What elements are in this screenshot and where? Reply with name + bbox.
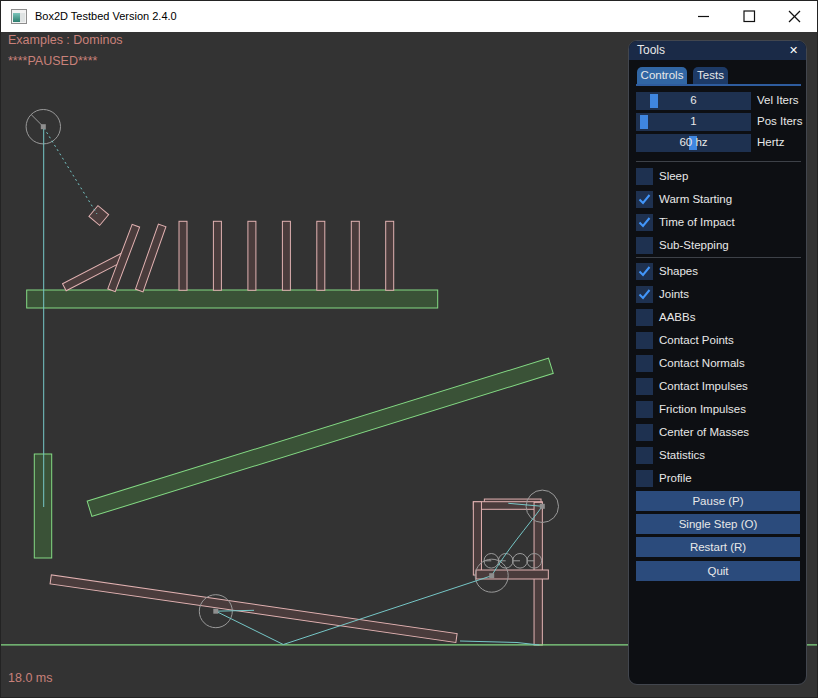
tab-underline xyxy=(636,84,801,86)
shelf-platform xyxy=(27,290,438,308)
slider-value: 60 hz xyxy=(636,134,751,151)
checkbox-label-shapes: Shapes xyxy=(659,263,698,280)
checkbox-sub-stepping[interactable] xyxy=(636,237,653,254)
slider-value: 1 xyxy=(636,113,751,130)
slider-hertz[interactable]: 60 hz xyxy=(636,134,751,151)
tools-panel-title: Tools xyxy=(637,43,665,57)
checkbox-label-contact-normals: Contact Normals xyxy=(659,355,745,372)
checkmark-icon xyxy=(636,214,653,231)
checkbox-label-warm-starting: Warm Starting xyxy=(659,191,732,208)
checkbox-time-of-impact[interactable] xyxy=(636,214,653,231)
checkbox-warm-starting[interactable] xyxy=(636,191,653,208)
domino-6 xyxy=(351,221,359,290)
seesaw-plank xyxy=(50,575,457,643)
paused-label: ****PAUSED**** xyxy=(8,54,97,68)
panel-close-icon[interactable]: ✕ xyxy=(786,43,801,58)
maximize-button[interactable] xyxy=(726,1,772,32)
checkbox-statistics[interactable] xyxy=(636,447,653,464)
checkbox-label-center-of-masses: Center of Masses xyxy=(659,424,749,441)
checkbox-friction-impulses[interactable] xyxy=(636,401,653,418)
pendulum-box xyxy=(89,206,109,226)
slider-vel-iters[interactable]: 6 xyxy=(636,92,751,109)
button-single-step-o-[interactable]: Single Step (O) xyxy=(636,514,800,534)
domino-3 xyxy=(248,221,256,290)
slider-label: Pos Iters xyxy=(757,113,802,130)
tilted-plank xyxy=(87,358,553,516)
checkbox-label-sleep: Sleep xyxy=(659,168,688,185)
button-quit[interactable]: Quit xyxy=(636,561,800,581)
checkbox-label-aabbs: AABBs xyxy=(659,309,695,326)
checkbox-contact-impulses[interactable] xyxy=(636,378,653,395)
fallen-domino-3 xyxy=(135,224,165,292)
seesaw-wheel-center-marker xyxy=(213,609,218,614)
slider-label: Vel Iters xyxy=(757,92,799,109)
close-button[interactable] xyxy=(772,1,818,32)
example-label: Examples : Dominos xyxy=(8,33,123,47)
frame-wheel-top-center-marker xyxy=(540,504,545,509)
separator xyxy=(636,161,801,162)
app-window: Examples : Dominos ****PAUSED**** 18.0 m… xyxy=(0,0,818,698)
frame-wheel-left-center-marker xyxy=(489,573,494,578)
checkbox-label-contact-impulses: Contact Impulses xyxy=(659,378,748,395)
separator xyxy=(636,257,801,258)
checkmark-icon xyxy=(636,286,653,303)
close-icon xyxy=(772,1,818,32)
domino-2 xyxy=(213,221,221,290)
checkmark-icon xyxy=(636,263,653,280)
tools-panel: Tools ✕ Controls Tests 6 Vel Iters 1 Pos Iter… xyxy=(628,40,807,685)
joint-line-1 xyxy=(44,128,97,214)
checkbox-label-profile: Profile xyxy=(659,470,692,487)
checkbox-label-sub-stepping: Sub-Stepping xyxy=(659,237,729,254)
minimize-button[interactable] xyxy=(680,1,726,32)
app-icon xyxy=(11,9,27,24)
checkbox-aabbs[interactable] xyxy=(636,309,653,326)
left-pillar xyxy=(34,454,51,558)
domino-1 xyxy=(179,221,187,290)
slider-value: 6 xyxy=(636,92,751,109)
checkbox-joints[interactable] xyxy=(636,286,653,303)
domino-5 xyxy=(317,221,325,290)
checkbox-center-of-masses[interactable] xyxy=(636,424,653,441)
window-titlebar: Box2D Testbed Version 2.4.0 xyxy=(0,0,818,32)
button-pause-p-[interactable]: Pause (P) xyxy=(636,491,800,511)
checkbox-label-time-of-impact: Time of Impact xyxy=(659,214,735,231)
checkbox-label-joints: Joints xyxy=(659,286,689,303)
checkbox-contact-points[interactable] xyxy=(636,332,653,349)
checkbox-label-statistics: Statistics xyxy=(659,447,705,464)
tab-controls[interactable]: Controls xyxy=(637,67,687,84)
domino-7 xyxy=(386,221,394,290)
checkmark-icon xyxy=(636,191,653,208)
tools-panel-titlebar[interactable]: Tools ✕ xyxy=(629,41,806,60)
checkbox-profile[interactable] xyxy=(636,470,653,487)
slider-label: Hertz xyxy=(757,134,784,151)
checkbox-label-friction-impulses: Friction Impulses xyxy=(659,401,746,418)
tab-tests[interactable]: Tests xyxy=(693,67,728,84)
checkbox-contact-normals[interactable] xyxy=(636,355,653,372)
window-title: Box2D Testbed Version 2.4.0 xyxy=(35,1,177,32)
button-restart-r-[interactable]: Restart (R) xyxy=(636,537,800,557)
checkbox-sleep[interactable] xyxy=(636,168,653,185)
slider-pos-iters[interactable]: 1 xyxy=(636,113,751,130)
checkbox-label-contact-points: Contact Points xyxy=(659,332,734,349)
checkbox-shapes[interactable] xyxy=(636,263,653,280)
pulley-wheel-top-left-center-marker xyxy=(41,124,46,129)
maximize-icon xyxy=(744,11,755,22)
frame-time-label: 18.0 ms xyxy=(8,671,52,685)
domino-4 xyxy=(282,221,290,290)
